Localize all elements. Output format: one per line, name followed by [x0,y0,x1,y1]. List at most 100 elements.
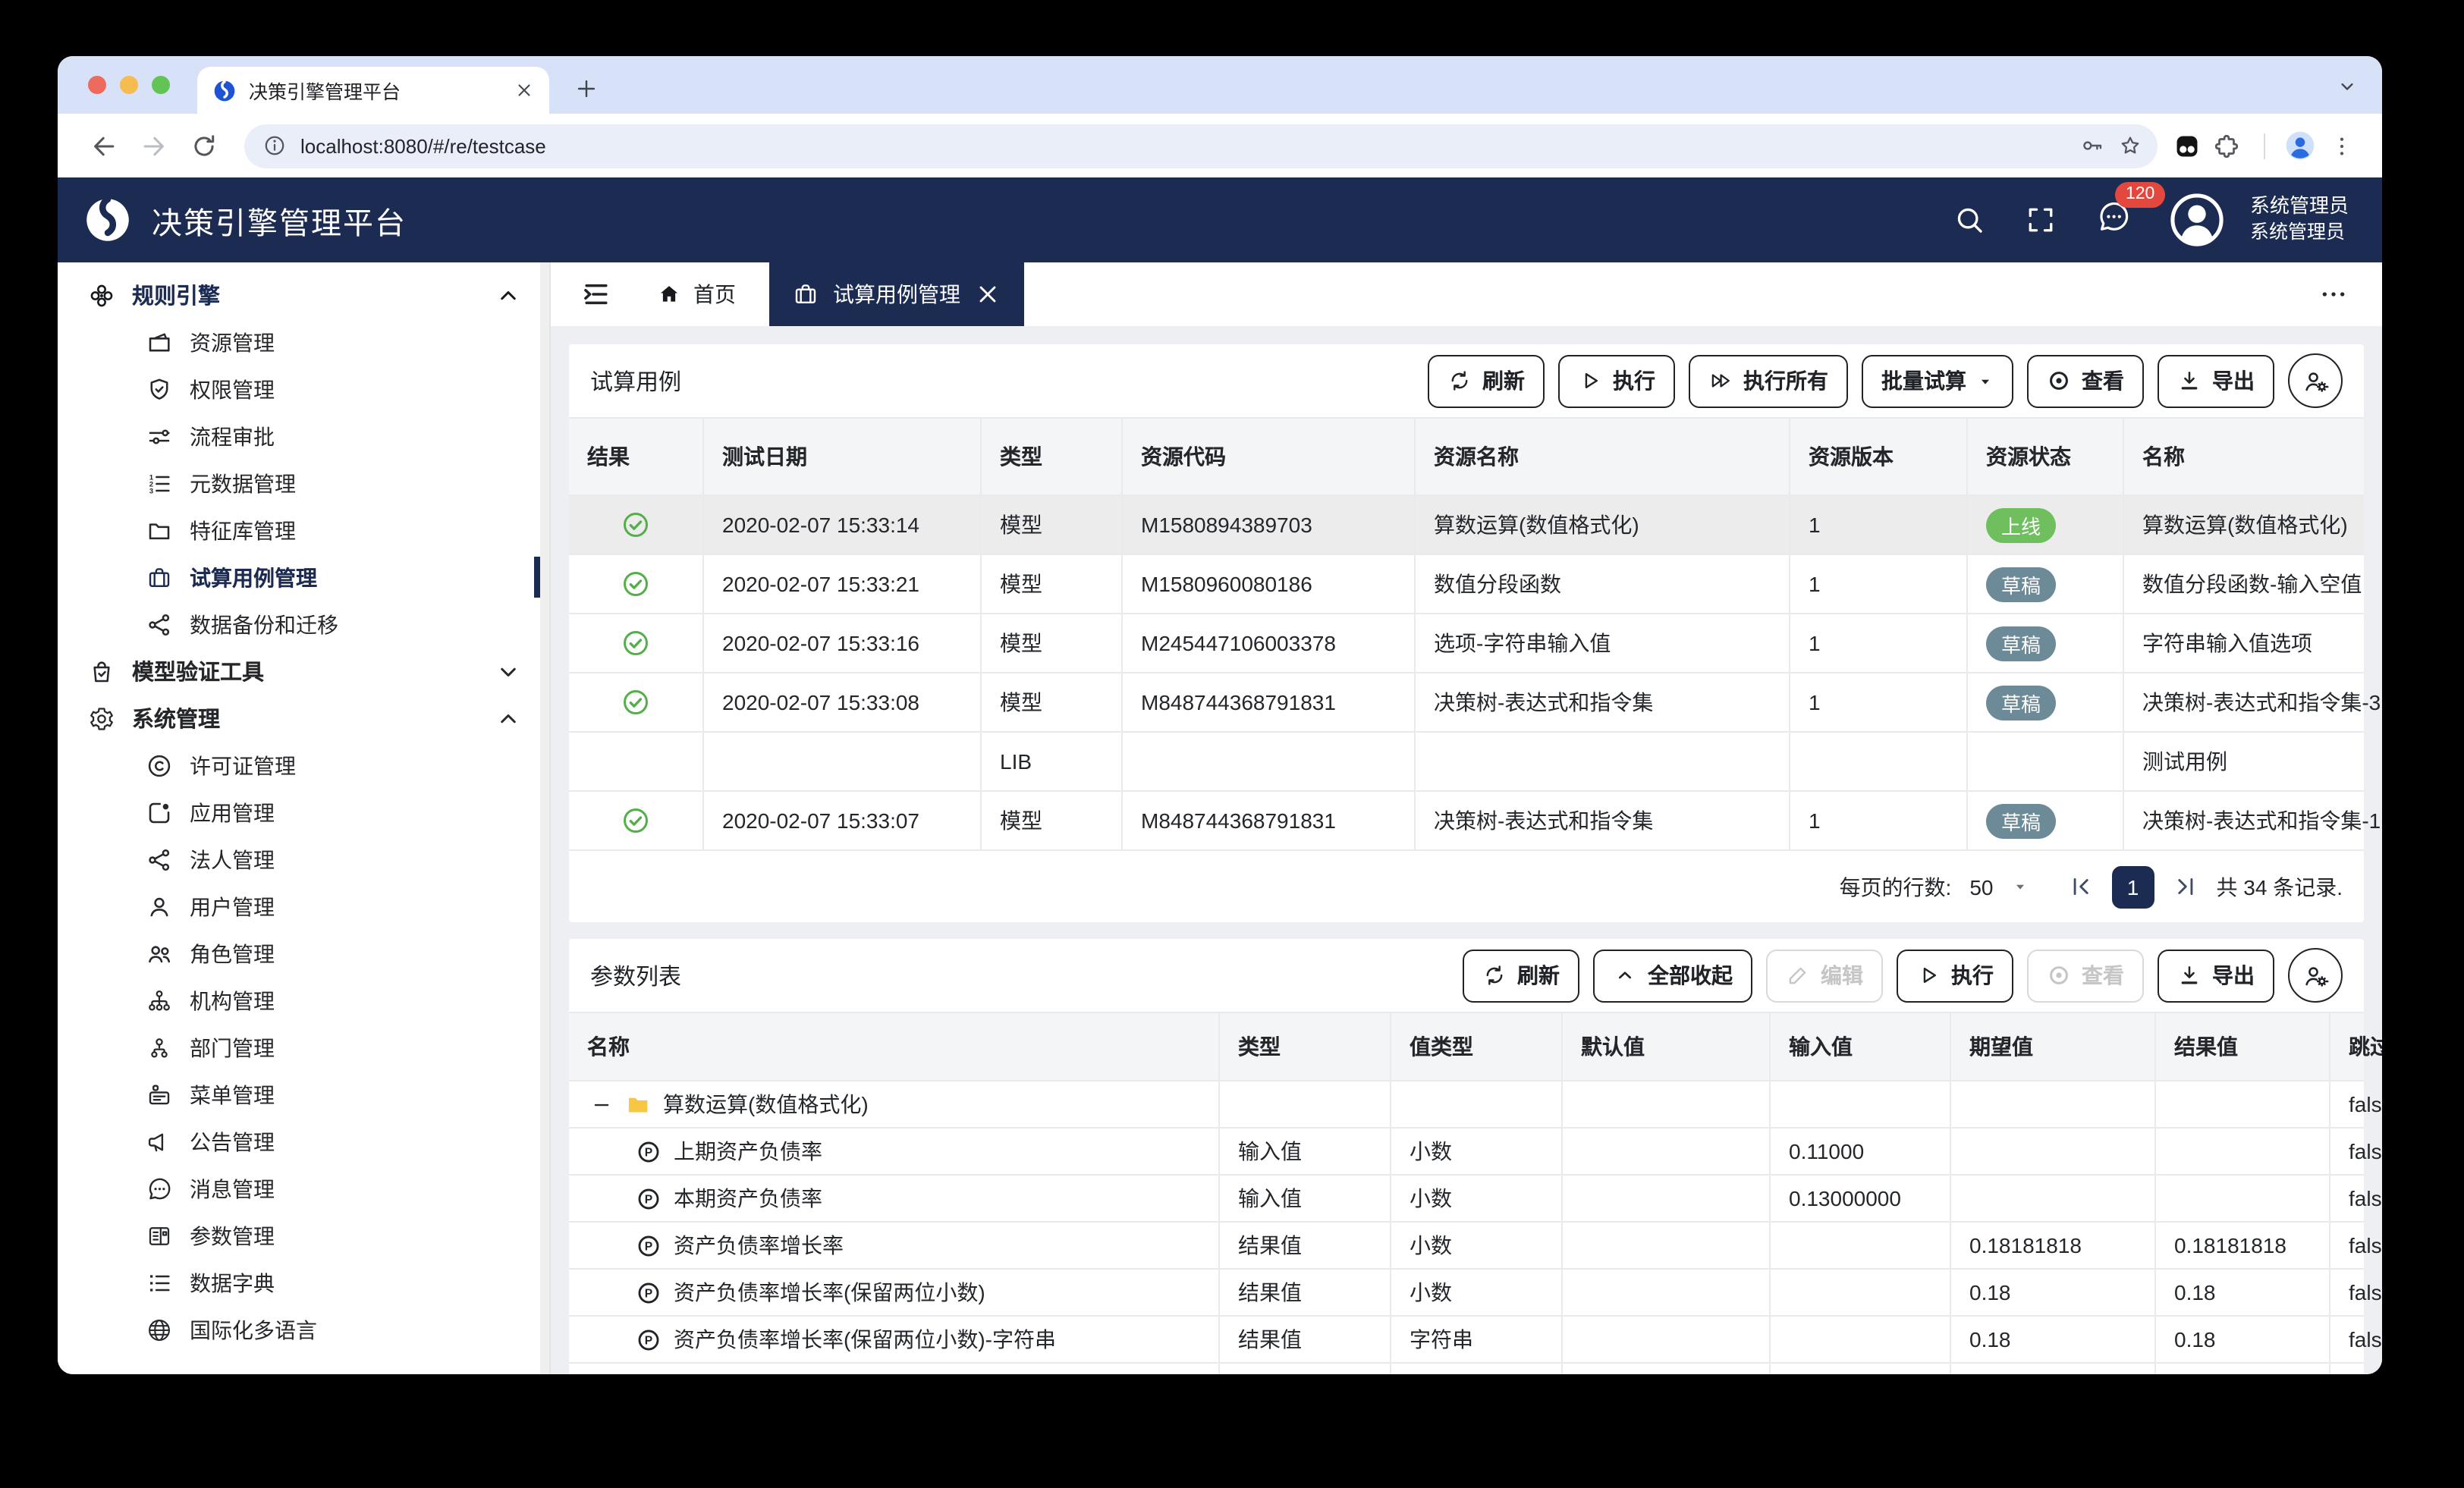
params-panel-header: 参数列表 刷新全部收起编辑执行查看导出 [569,939,2364,1012]
sidebar-item-规则引擎[interactable]: 规则引擎 [58,272,549,319]
table-row[interactable]: 2020-02-07 15:33:16模型M245447106003378选项-… [569,614,2364,673]
toolbar-divider [2264,133,2265,159]
sidebar-item-权限管理[interactable]: 权限管理 [58,366,549,413]
svg-text:P: P [645,1146,652,1159]
group-name: 算数运算(数值格式化) [663,1089,869,1119]
chevron-up-icon [495,281,522,309]
messages-button[interactable]: 120 [2095,198,2132,242]
sidebar-item-元数据管理[interactable]: 123元数据管理 [58,460,549,507]
sidebar-item-特征库管理[interactable]: 特征库管理 [58,507,549,554]
fullscreen-icon[interactable] [2024,203,2057,237]
table-row[interactable]: 2020-02-07 15:33:08模型M848744368791831决策树… [569,673,2364,733]
bookmark-star-icon[interactable] [2118,133,2142,158]
sidebar-item-模型验证工具[interactable]: 模型验证工具 [58,648,549,695]
collapse-sidebar-icon[interactable] [580,278,613,311]
extensions-puzzle-icon[interactable] [2212,131,2241,160]
new-tab-button[interactable] [574,76,599,102]
执行-button[interactable]: 执行 [1558,354,1675,407]
sidebar-item-国际化多语言[interactable]: 国际化多语言 [58,1306,549,1353]
resource-name-cell: 算数运算(数值格式化) [1416,496,1790,554]
column-settings-button[interactable] [2288,353,2343,408]
reload-button[interactable] [190,131,218,160]
status-badge: 草稿 [1986,685,2056,720]
password-manager-icon[interactable] [2080,133,2104,158]
执行-button[interactable]: 执行 [1897,949,2013,1002]
全部收起-button[interactable]: 全部收起 [1593,949,1752,1002]
sidebar-item-公告管理[interactable]: 公告管理 [58,1118,549,1165]
param-row[interactable]: 算数运算(数值格式化)false [569,1081,2364,1129]
column-settings-button[interactable] [2288,948,2343,1003]
user-info[interactable]: 系统管理员 系统管理员 [2250,195,2349,245]
刷新-button[interactable]: 刷新 [1463,949,1579,1002]
param-row[interactable]: P资产负债率增长率-百分比结果值字符串18%18%false [569,1364,2364,1374]
forward-button[interactable] [140,131,168,160]
type-cell: 输入值 [1220,1176,1391,1221]
browser-menu-icon[interactable] [2329,133,2355,159]
browser-profile-avatar[interactable] [2283,129,2317,162]
last-page-icon[interactable] [2173,874,2198,899]
first-page-icon[interactable] [2068,874,2094,899]
sidebar-item-流程审批[interactable]: 流程审批 [58,413,549,460]
user-avatar[interactable] [2170,193,2224,247]
sidebar-menu: 规则引擎资源管理权限管理流程审批123元数据管理特征库管理试算用例管理数据备份和… [58,262,549,1374]
zoom-window-button[interactable] [152,76,170,94]
sidebar-item-参数管理[interactable]: 参数管理 [58,1212,549,1259]
close-tab-icon[interactable] [514,80,534,100]
tab-试算用例管理[interactable]: 试算用例管理 [769,262,1024,326]
执行所有-button[interactable]: 执行所有 [1689,354,1848,407]
browser-tab[interactable]: 决策引擎管理平台 [197,67,549,114]
sidebar-item-角色管理[interactable]: 角色管理 [58,930,549,977]
导出-button[interactable]: 导出 [2158,354,2274,407]
sidebar-item-消息管理[interactable]: 消息管理 [58,1165,549,1212]
url-bar[interactable]: localhost:8080/#/re/testcase [244,124,2158,168]
table-row[interactable]: 2020-02-07 15:33:21模型M1580960080186数值分段函… [569,555,2364,614]
sidebar-item-数据字典[interactable]: 数据字典 [58,1259,549,1306]
table-row[interactable]: 2020-02-07 15:33:07模型M848744368791831决策树… [569,792,2364,851]
param-row[interactable]: P资产负债率增长率(保留两位小数)-字符串结果值字符串0.180.18false [569,1317,2364,1364]
close-window-button[interactable] [88,76,106,94]
sidebar-item-许可证管理[interactable]: 许可证管理 [58,742,549,789]
tab-more-actions-icon[interactable] [2318,279,2349,309]
extension-dark-icon[interactable] [2173,131,2202,160]
name-cell: P资产负债率增长率-百分比 [569,1364,1220,1374]
site-info-icon[interactable] [262,133,287,158]
查看-button[interactable]: 查看 [2027,354,2144,407]
rows-per-page-value[interactable]: 50 [1969,874,1993,899]
sidebar-item-应用管理[interactable]: 应用管理 [58,789,549,836]
sidebar-item-菜单管理[interactable]: 菜单管理 [58,1071,549,1118]
编辑-button[interactable]: 编辑 [1766,949,1883,1002]
param-row[interactable]: P资产负债率增长率(保留两位小数)结果值小数0.180.18false [569,1270,2364,1317]
查看-button[interactable]: 查看 [2027,949,2144,1002]
rows-per-page-caret-icon[interactable] [2012,878,2029,895]
批量试算-button[interactable]: 批量试算 [1862,354,2013,407]
刷新-button[interactable]: 刷新 [1428,354,1545,407]
param-row[interactable]: P资产负债率增长率结果值小数0.181818180.18181818false [569,1223,2364,1270]
sidebar-item-系统管理[interactable]: 系统管理 [58,695,549,742]
window-controls[interactable] [88,76,170,94]
sidebar-item-用户管理[interactable]: 用户管理 [58,883,549,930]
minimize-window-button[interactable] [120,76,138,94]
sidebar-item-法人管理[interactable]: 法人管理 [58,836,549,883]
collapse-minus-icon[interactable] [590,1093,613,1116]
tab-首页[interactable]: 首页 [642,262,751,326]
sidebar-item-部门管理[interactable]: 部门管理 [58,1024,549,1071]
sidebar-item-试算用例管理[interactable]: 试算用例管理 [58,554,549,601]
browser-tab-title: 决策引擎管理平台 [249,76,502,105]
sidebar-item-数据备份和迁移[interactable]: 数据备份和迁移 [58,601,549,648]
version-cell [1790,733,1968,790]
table-row[interactable]: 2020-02-07 15:33:14模型M1580894389703算数运算(… [569,496,2364,555]
url-text[interactable]: localhost:8080/#/re/testcase [300,134,546,157]
sidebar-item-资源管理[interactable]: 资源管理 [58,319,549,366]
default-value-cell [1563,1270,1771,1315]
导出-button[interactable]: 导出 [2158,949,2274,1002]
sidebar-item-机构管理[interactable]: 机构管理 [58,977,549,1024]
app-title: 决策引擎管理平台 [152,198,407,242]
tab-search-icon[interactable] [2337,76,2358,97]
back-button[interactable] [90,131,118,160]
current-page[interactable]: 1 [2112,865,2154,908]
close-tab-icon[interactable] [974,281,1001,308]
table-row[interactable]: LIB测试用例 [569,733,2364,792]
param-row[interactable]: P上期资产负债率输入值小数0.11000false [569,1129,2364,1176]
search-icon[interactable] [1953,203,1986,237]
param-row[interactable]: P本期资产负债率输入值小数0.13000000false [569,1176,2364,1223]
